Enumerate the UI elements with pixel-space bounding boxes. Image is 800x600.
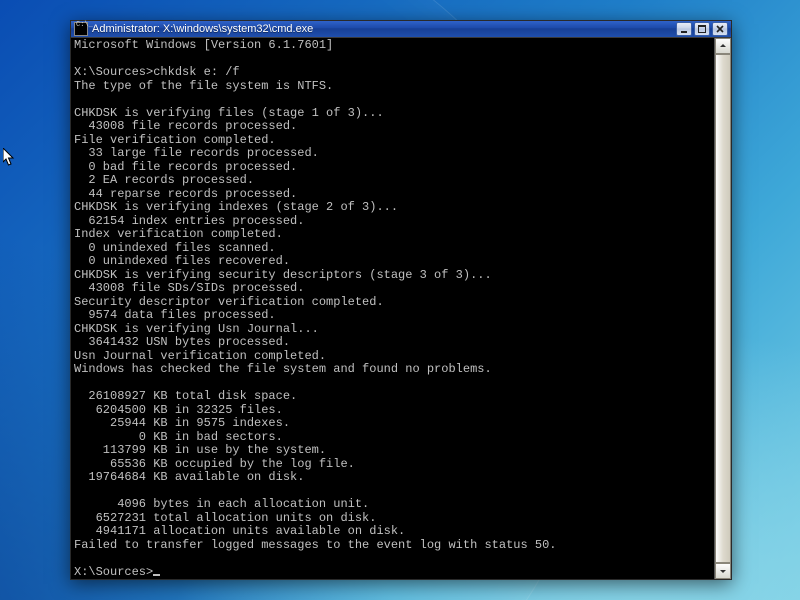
- chevron-up-icon: [719, 42, 727, 50]
- cmd-window: Administrator: X:\windows\system32\cmd.e…: [70, 20, 732, 580]
- scrollbar-track[interactable]: [715, 54, 731, 563]
- cmd-icon: [74, 22, 88, 36]
- mouse-cursor-icon: [3, 148, 15, 167]
- desktop-background: Administrator: X:\windows\system32\cmd.e…: [0, 0, 800, 600]
- scrollbar-thumb[interactable]: [715, 54, 731, 563]
- window-title: Administrator: X:\windows\system32\cmd.e…: [92, 23, 676, 35]
- close-button[interactable]: [712, 22, 728, 36]
- titlebar[interactable]: Administrator: X:\windows\system32\cmd.e…: [71, 21, 731, 37]
- chevron-down-icon: [719, 567, 727, 575]
- maximize-icon: [698, 25, 706, 33]
- console-output[interactable]: Microsoft Windows [Version 6.1.7601] X:\…: [71, 38, 714, 579]
- close-icon: [716, 25, 724, 33]
- maximize-button[interactable]: [694, 22, 710, 36]
- scroll-down-button[interactable]: [715, 563, 731, 579]
- console-client-area: Microsoft Windows [Version 6.1.7601] X:\…: [71, 37, 731, 579]
- window-controls: [676, 22, 728, 36]
- minimize-button[interactable]: [676, 22, 692, 36]
- scroll-up-button[interactable]: [715, 38, 731, 54]
- vertical-scrollbar[interactable]: [714, 38, 731, 579]
- text-cursor: [153, 574, 160, 576]
- minimize-icon: [680, 25, 688, 33]
